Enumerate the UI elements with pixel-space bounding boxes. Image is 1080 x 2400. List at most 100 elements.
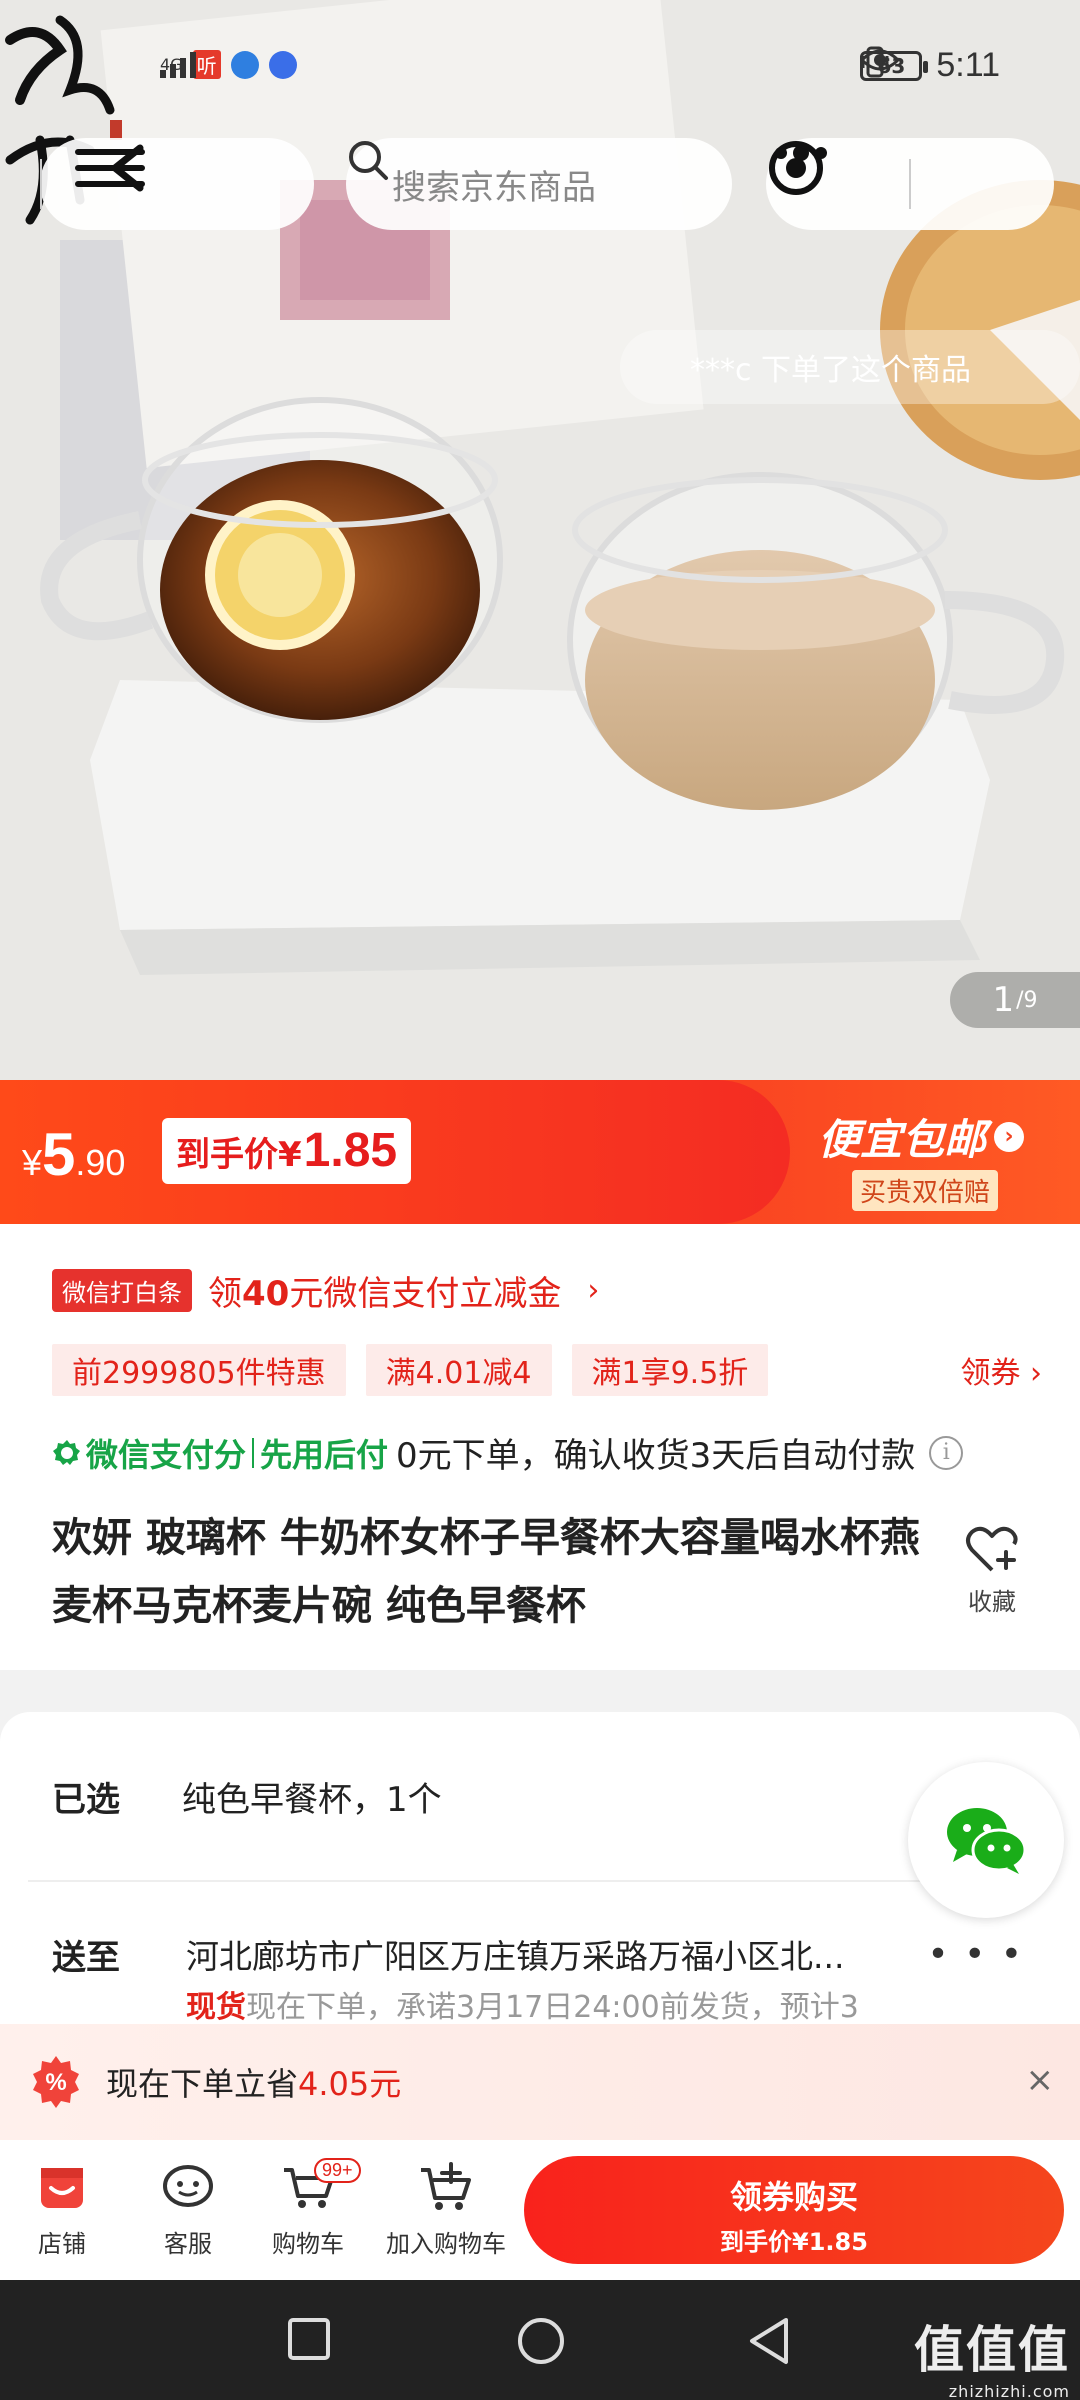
favorite-button[interactable]: 收藏 — [952, 1524, 1032, 1617]
savings-amount: 4.05元 — [298, 2065, 402, 2103]
options-divider — [28, 1880, 1052, 1882]
shipping-address[interactable]: 河北廊坊市广阳区万庄镇万采路万福小区北... — [186, 1930, 946, 1978]
shop-label: 店铺 — [38, 2230, 86, 2258]
stock-text: 现在下单，承诺3月17日24:00前发货，预计3 — [246, 1990, 859, 2025]
watermark-sub: zhizhizhi.com — [948, 2382, 1070, 2400]
promo-amount: 40 — [242, 1274, 290, 1314]
savings-strip: % 现在下单立省4.05元 × — [0, 2024, 1080, 2140]
final-price-tag: 到手价¥ 1.85 — [162, 1118, 412, 1184]
pay-separator — [252, 1437, 255, 1468]
service-label: 客服 — [164, 2230, 212, 2258]
add-cart-icon — [421, 2162, 471, 2210]
cart-count-badge: 99+ — [314, 2158, 361, 2183]
battery-icon: 63 — [860, 50, 929, 81]
wechat-icon — [947, 1808, 1027, 1874]
stock-tag: 现货 — [186, 1990, 246, 2025]
buy-button-price: 到手价¥1.85 — [720, 2228, 868, 2256]
options-card: 已选 纯色早餐杯，1个 送至 河北廊坊市广阳区万庄镇万采路万福小区北... 现货… — [0, 1712, 1080, 2052]
cart-button[interactable]: 99+ 购物车 — [262, 2156, 361, 2259]
shop-button[interactable]: 店铺 — [20, 2156, 104, 2259]
discount-icon: % — [33, 2056, 79, 2108]
recent-apps-icon[interactable] — [286, 2316, 332, 2362]
recent-order-toast: ***c 下单了这个商品 — [620, 330, 1080, 404]
close-mini-program-icon[interactable] — [766, 138, 826, 198]
original-price: ¥ 5 .90 — [22, 1120, 125, 1189]
cart-label: 购物车 — [272, 2230, 344, 2258]
get-coupon-link[interactable]: 领券 › — [960, 1348, 1042, 1392]
buy-with-coupon-button[interactable]: 领券购买 到手价¥1.85 — [524, 2156, 1064, 2264]
status-time: 5:11 — [936, 46, 1000, 84]
promo-text: 领40元微信支付立减金 — [208, 1266, 561, 1315]
selected-spec-row[interactable]: 已选 纯色早餐杯，1个 — [52, 1772, 442, 1821]
free-shipping-link[interactable]: 便宜包邮 › — [818, 1106, 1025, 1167]
back-nav-icon[interactable] — [746, 2316, 792, 2366]
pay-brand-label: 微信支付分 — [86, 1435, 247, 1474]
free-shipping-label: 便宜包邮 — [818, 1115, 987, 1164]
bottom-action-bar: 店铺 客服 99+ 购物车 加入购物车 领券购买 到手价¥1.85 — [0, 2140, 1080, 2280]
currency-symbol: ¥ — [22, 1142, 43, 1183]
coupon-badge: 满1享9.5折 — [571, 1344, 769, 1396]
status-left: 4G 听 — [160, 50, 297, 79]
add-to-cart-button[interactable]: 加入购物车 — [384, 2156, 508, 2259]
close-icon[interactable]: × — [1026, 2060, 1055, 2100]
wechat-promo-row[interactable]: 微信打白条 领40元微信支付立减金 › — [52, 1266, 599, 1315]
menu-icon[interactable] — [60, 138, 160, 198]
signal-icon — [160, 52, 196, 78]
nav-divider — [40, 159, 42, 209]
final-price-value: 1.85 — [303, 1124, 398, 1177]
wechat-pay-icon — [53, 1439, 80, 1465]
pay-description: 0元下单，确认收货3天后自动付款 — [396, 1436, 916, 1476]
promo-tag: 微信打白条 — [52, 1269, 192, 1312]
wechat-pay-score: 微信支付分 — [52, 1430, 246, 1476]
status-right: 63 5:11 — [860, 46, 1000, 85]
final-price-label: 到手价¥ — [176, 1135, 302, 1175]
info-icon[interactable]: i — [929, 1435, 964, 1470]
stock-status: 现货现在下单，承诺3月17日24:00前发货，预计3 — [186, 1982, 859, 2026]
customer-service-button[interactable]: 客服 — [146, 2156, 230, 2259]
watermark-main: 值值值 — [914, 2321, 1070, 2379]
favorite-label: 收藏 — [968, 1588, 1016, 1616]
ship-to-row[interactable]: 送至 — [52, 1930, 182, 1979]
price-banner: ¥ 5 .90 到手价¥ 1.85 便宜包邮 › 买贵双倍赔 — [0, 1080, 1080, 1224]
selected-label: 已选 — [52, 1780, 120, 1820]
promo-text-suffix: 元微信支付立减金 — [289, 1274, 562, 1314]
price-integer: 5 — [42, 1121, 76, 1188]
nav-left-capsule — [40, 138, 314, 230]
svg-text:%: % — [45, 2069, 66, 2096]
mini-program-capsule — [766, 138, 1054, 230]
shop-icon — [41, 2168, 83, 2208]
selected-value: 纯色早餐杯，1个 — [182, 1780, 442, 1820]
product-image-carousel[interactable]: 4G 听 63 5:11 搜索京东商品 — [0, 0, 1080, 1080]
product-title: 欢妍 玻璃杯 牛奶杯女杯子早餐杯大容量喝水杯燕麦杯马克杯麦片碗 纯色早餐杯 — [52, 1515, 920, 1629]
savings-prefix: 现在下单立省 — [106, 2065, 299, 2103]
ship-label: 送至 — [52, 1938, 120, 1978]
chevron-right-icon: › — [587, 1273, 600, 1308]
chevron-right-icon: › — [994, 1121, 1025, 1152]
capsule-divider — [909, 159, 911, 209]
search-icon — [349, 141, 388, 180]
pay-mode: 先用后付 — [260, 1435, 389, 1474]
image-page-indicator: 1/9 — [950, 972, 1080, 1028]
savings-text: 现在下单立省4.05元 — [106, 2059, 401, 2105]
heart-plus-icon — [966, 1526, 1018, 1572]
search-input[interactable]: 搜索京东商品 — [346, 138, 732, 230]
price-guarantee-badge: 买贵双倍赔 — [852, 1170, 999, 1211]
coupon-badge: 满4.01减4 — [365, 1344, 552, 1396]
home-icon[interactable] — [516, 2316, 566, 2366]
promo-text-prefix: 领 — [208, 1274, 242, 1314]
more-icon[interactable]: • • • — [927, 1934, 1024, 1975]
page-current: 1 — [992, 980, 1015, 1020]
payment-row[interactable]: 微信支付分 先用后付 0元下单，确认收货3天后自动付款 i — [52, 1428, 1042, 1477]
wechat-share-button[interactable] — [908, 1762, 1064, 1918]
page-total: /9 — [1016, 987, 1038, 1013]
customer-service-icon — [163, 2165, 213, 2207]
price-decimal: .90 — [75, 1142, 126, 1183]
add-cart-label: 加入购物车 — [386, 2230, 506, 2258]
search-placeholder: 搜索京东商品 — [392, 167, 596, 208]
buy-button-title: 领券购买 — [729, 2178, 858, 2216]
coupon-row: 前2999805件特惠 满4.01减4 满1享9.5折 领券 › — [52, 1344, 1042, 1396]
baidu-notification-icon — [268, 50, 297, 79]
coupon-badge: 前2999805件特惠 — [52, 1344, 346, 1396]
site-watermark: 值值值 zhizhizhi.com — [914, 2310, 1070, 2400]
product-info-card: 微信打白条 领40元微信支付立减金 › 前2999805件特惠 满4.01减4 … — [0, 1224, 1080, 1670]
